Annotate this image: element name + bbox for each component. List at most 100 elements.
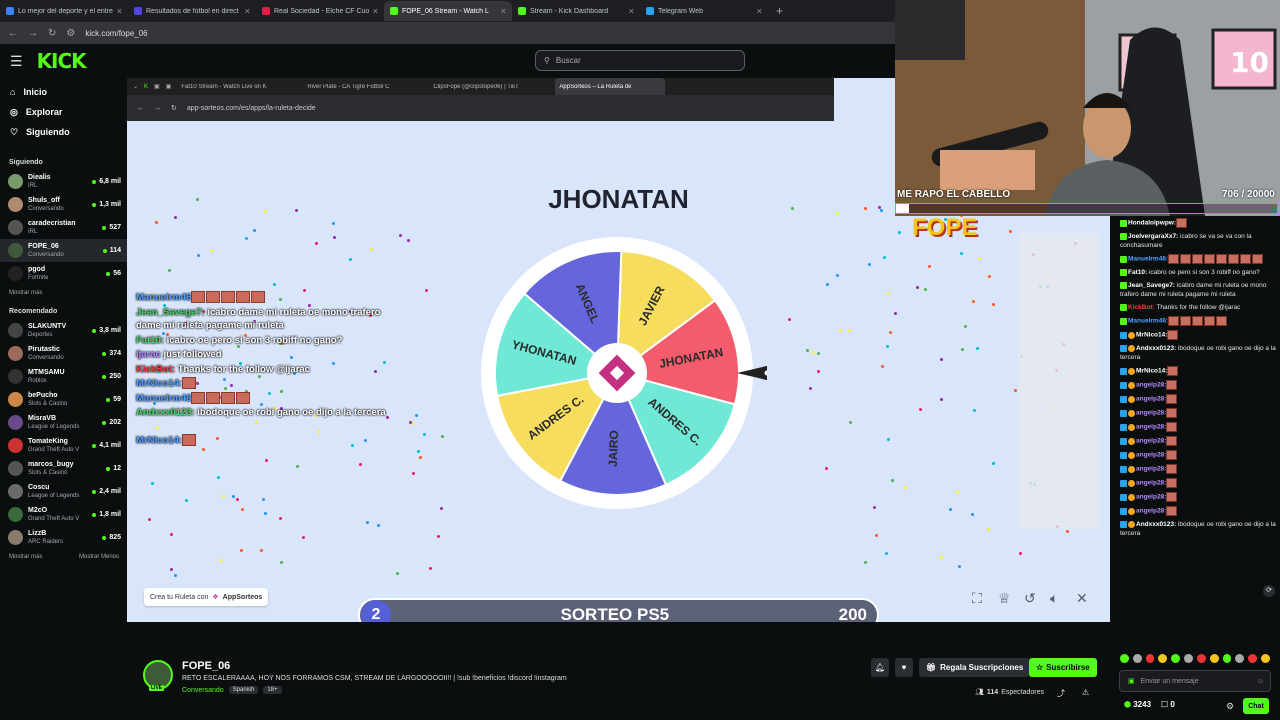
confetti-dot xyxy=(441,435,444,438)
show-more-link[interactable]: Mostrar más xyxy=(0,549,42,565)
emote-icon[interactable] xyxy=(1248,654,1258,663)
live-dot-icon xyxy=(92,489,97,494)
sidebar-channel[interactable]: LizzB ARC Raiders 825 xyxy=(0,526,127,549)
chat-username[interactable]: angelp28: xyxy=(1136,494,1166,501)
browser-tab[interactable]: Telegram Web × xyxy=(640,1,768,21)
chat-username[interactable]: angelp28: xyxy=(1136,466,1166,473)
sidebar-channel[interactable]: bePucho Slots & Casino 59 xyxy=(0,388,127,411)
browser-tab[interactable]: FOPE_06 Stream - Watch L × xyxy=(384,1,512,21)
tab-close-icon[interactable]: × xyxy=(117,6,122,16)
chat-settings-icon[interactable]: ⚙ xyxy=(1226,701,1234,712)
tab-close-icon[interactable]: × xyxy=(245,6,250,16)
sidebar-channel[interactable]: TomateKing Grand Theft Auto V 4,1 mil xyxy=(0,434,127,457)
new-tab-icon[interactable]: + xyxy=(776,4,783,18)
url-field[interactable]: kick.com/fope_06 xyxy=(85,29,147,38)
nav-siguiendo[interactable]: ♡ Siguiendo xyxy=(0,122,127,142)
report-icon[interactable]: ⚠ xyxy=(1082,688,1089,697)
trophy-icon[interactable]: ♕ xyxy=(998,590,1011,607)
chat-username[interactable]: Manuelrm46: xyxy=(1128,318,1168,325)
sidebar-channel[interactable]: SLAKUNTV Deportes 3,8 mil xyxy=(0,319,127,342)
chat-username[interactable]: angelp28: xyxy=(1136,410,1166,417)
undo-icon[interactable]: ↺ xyxy=(1024,590,1036,607)
chat-username[interactable]: angelp28: xyxy=(1136,508,1166,515)
sidebar-channel[interactable]: marcos_bugy Slots & Casino 12 xyxy=(0,457,127,480)
menu-icon[interactable]: ☰ xyxy=(10,53,23,70)
sidebar-channel[interactable]: MTMSAMU Roblox 250 xyxy=(0,365,127,388)
browser-tab[interactable]: Stream - Kick Dashboard × xyxy=(512,1,640,21)
sidebar-channel[interactable]: M2cO Grand Theft Auto V 1,8 mil xyxy=(0,503,127,526)
chat-username[interactable]: angelp28: xyxy=(1136,438,1166,445)
emote-icon[interactable] xyxy=(1158,654,1168,663)
emote-icon[interactable] xyxy=(1145,654,1155,663)
channel-name[interactable]: FOPE_06 xyxy=(182,660,230,672)
sidebar-channel[interactable]: Diealis IRL 6,8 mil xyxy=(0,170,127,193)
tab-close-icon[interactable]: × xyxy=(757,6,762,16)
kick-logo[interactable]: KICK xyxy=(37,49,87,73)
chat-username[interactable]: MrNico14: xyxy=(1136,368,1167,375)
nav-explorar[interactable]: ◎ Explorar xyxy=(0,102,127,122)
chat-username[interactable]: KickBot: xyxy=(1128,304,1155,311)
tab-close-icon[interactable]: × xyxy=(501,6,506,16)
chat-username[interactable]: angelp28: xyxy=(1136,480,1166,487)
chat-username[interactable]: Fat10: xyxy=(1128,269,1147,276)
avatar xyxy=(8,220,23,235)
browser-tab[interactable]: Real Sociedad - Elche CF Cuota × xyxy=(256,1,384,21)
chat-message: Hondalolpwpw: xyxy=(1110,216,1280,230)
subscribe-button[interactable]: ☆ Suscribirse xyxy=(1029,658,1097,677)
show-more-link[interactable]: Mostrar más xyxy=(0,285,127,301)
browser-tab[interactable]: Lo mejor del deporte y el entre × xyxy=(0,1,128,21)
tab-close-icon[interactable]: × xyxy=(629,6,634,16)
points-value[interactable]: ⬢ 3243 xyxy=(1124,700,1151,709)
chat-username[interactable]: Hondalolpwpw: xyxy=(1128,220,1176,227)
emote-icon[interactable] xyxy=(1222,654,1232,663)
share-icon[interactable]: ⤴ xyxy=(1057,688,1065,699)
site-info-icon[interactable]: ⚙ xyxy=(66,28,75,39)
chat-username[interactable]: Jean_Savege7: xyxy=(1128,282,1175,289)
chat-username[interactable]: Andxxx0123: xyxy=(1136,345,1176,352)
show-less-link[interactable]: Mostrar Menos xyxy=(70,549,119,565)
stream-category[interactable]: Conversando xyxy=(182,687,224,694)
reload-icon[interactable]: ↻ xyxy=(48,28,56,39)
sidebar-channel[interactable]: Shuls_off Conversando 1,3 mil xyxy=(0,193,127,216)
chat-username[interactable]: angelp28: xyxy=(1136,452,1166,459)
sidebar-channel[interactable]: Coscu League of Legends 2,4 mil xyxy=(0,480,127,503)
chat-username[interactable]: JoelvergaraXx7: xyxy=(1128,233,1178,240)
sidebar-channel[interactable]: MisraVB League of Legends 202 xyxy=(0,411,127,434)
favorite-button[interactable]: ♥ xyxy=(895,658,913,677)
emote-icon[interactable] xyxy=(1261,654,1270,663)
chat-username[interactable]: Andxxx0123: xyxy=(1136,521,1176,528)
volume-icon[interactable]: 🔈︎ xyxy=(1050,590,1058,607)
language-pill[interactable]: Spanish xyxy=(228,686,259,694)
chat-username[interactable]: angelp28: xyxy=(1136,382,1166,389)
search-input[interactable]: ⚲ Buscar xyxy=(535,50,745,71)
chat-username[interactable]: Manuelrm46: xyxy=(1128,256,1168,263)
emote-icon[interactable] xyxy=(1120,654,1129,663)
emote-icon[interactable] xyxy=(1171,654,1181,663)
emote-icon[interactable] xyxy=(1209,654,1219,663)
forward-icon[interactable]: → xyxy=(28,28,38,39)
back-icon[interactable]: ← xyxy=(8,28,18,39)
emoji-icon[interactable]: ☺ xyxy=(1257,678,1264,685)
emote-icon[interactable] xyxy=(1196,654,1206,663)
chat-input[interactable]: ▣ Enviar un mensaje ☺ xyxy=(1119,670,1271,692)
chat-username[interactable]: angelp28: xyxy=(1136,424,1166,431)
chat-username[interactable]: angelp28: xyxy=(1136,396,1166,403)
sidebar-channel[interactable]: pgod Fortnite 56 xyxy=(0,262,127,285)
browser-tab[interactable]: Resultados de fútbol en direct × xyxy=(128,1,256,21)
gift-subs-button[interactable]: 🎁︎ Regala Suscripciones xyxy=(919,658,1031,677)
close-icon[interactable]: ✕ xyxy=(1076,590,1088,607)
fullscreen-icon[interactable]: ⛶ xyxy=(972,590,982,607)
emote-icon[interactable] xyxy=(1132,654,1142,663)
notification-bell-button[interactable]: 🔔︎ xyxy=(871,658,889,677)
points-value-2[interactable]: ☐ 0 xyxy=(1161,700,1175,709)
chat-send-button[interactable]: Chat xyxy=(1243,698,1269,714)
sidebar-channel[interactable]: FOPE_06 Conversando 114 xyxy=(0,239,127,262)
sidebar-channel[interactable]: Pirutastic Conversando 374 xyxy=(0,342,127,365)
nav-inicio[interactable]: ⌂ Inicio xyxy=(0,82,127,102)
scroll-chat-icon[interactable]: ⟳ xyxy=(1263,585,1275,597)
emote-icon[interactable] xyxy=(1235,654,1245,663)
tab-close-icon[interactable]: × xyxy=(373,6,378,16)
chat-username[interactable]: MrNico14: xyxy=(1136,332,1167,339)
sidebar-channel[interactable]: caradecristian IRL 527 xyxy=(0,216,127,239)
emote-icon[interactable] xyxy=(1184,654,1193,663)
